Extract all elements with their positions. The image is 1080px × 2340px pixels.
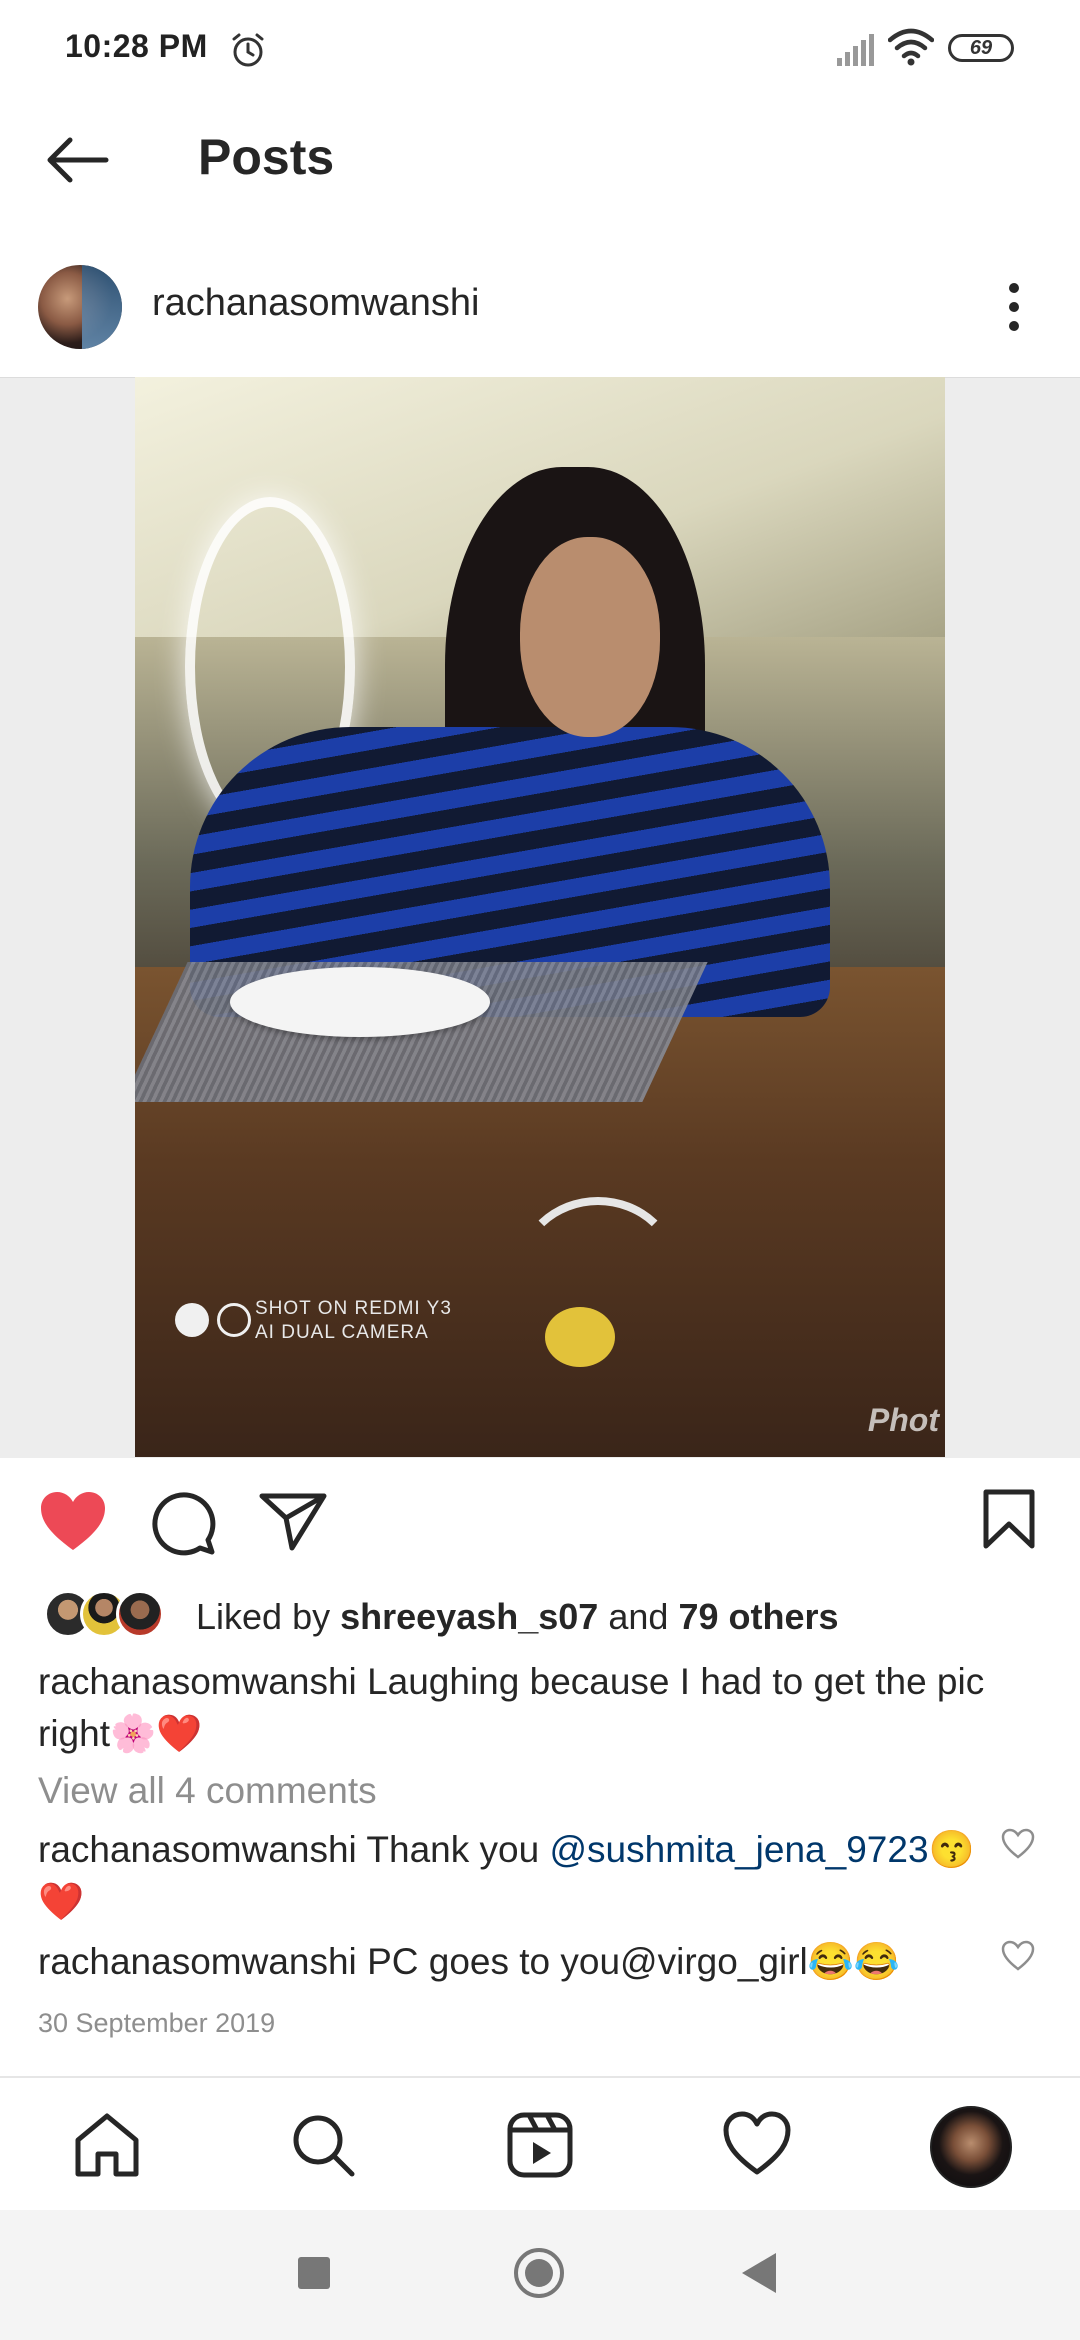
activity-heart-icon[interactable] — [722, 2110, 792, 2180]
photo-smiley-keychain — [545, 1307, 615, 1367]
liker-avatar — [116, 1590, 164, 1638]
post-caption: rachanasomwanshi Laughing because I had … — [38, 1656, 1038, 1760]
comment-item: rachanasomwanshi PC goes to you@virgo_gi… — [38, 1936, 978, 1988]
likes-conjunction: and — [608, 1596, 669, 1637]
bottom-navigation — [0, 2076, 1080, 2212]
comment-text: PC goes to you@virgo_girl😂😂 — [367, 1941, 900, 1982]
wifi-icon — [888, 28, 934, 66]
comment-icon[interactable] — [150, 1490, 216, 1556]
watermark-line2: AI DUAL CAMERA — [255, 1322, 429, 1343]
likes-others[interactable]: 79 others — [678, 1596, 838, 1637]
status-bar: 10:28 PM 69 — [0, 0, 1080, 100]
camera-watermark: SHOT ON REDMI Y3 AI DUAL CAMERA — [175, 1297, 452, 1345]
comment-text: Thank you — [366, 1829, 550, 1870]
home-icon[interactable] — [72, 2110, 142, 2180]
heart-filled-icon[interactable] — [38, 1490, 108, 1554]
comment-like-heart-icon[interactable] — [1000, 1940, 1036, 1972]
watermark-line1: SHOT ON REDMI Y3 — [255, 1298, 452, 1319]
alarm-icon — [232, 33, 264, 67]
photo-corner-mark: Phot — [867, 1402, 939, 1438]
comment-username[interactable]: rachanasomwanshi — [38, 1941, 357, 1982]
photo-plate — [230, 967, 490, 1037]
page-title: Posts — [198, 129, 335, 185]
photo-person-face — [520, 537, 660, 737]
liker-username[interactable]: shreeyash_s07 — [340, 1596, 598, 1637]
recents-square-icon[interactable] — [298, 2257, 330, 2289]
comment-like-heart-icon[interactable] — [1000, 1828, 1036, 1860]
status-time: 10:28 PM — [65, 28, 208, 64]
arrow-left-icon[interactable] — [40, 130, 116, 190]
comment-mention[interactable]: @sushmita_jena_9723 — [549, 1829, 928, 1870]
back-triangle-icon[interactable] — [742, 2253, 776, 2293]
post-photo[interactable]: SHOT ON REDMI Y3 AI DUAL CAMERA Phot — [135, 377, 945, 1457]
search-icon[interactable] — [288, 2110, 358, 2180]
view-all-comments-link[interactable]: View all 4 comments — [38, 1770, 377, 1812]
reels-icon[interactable] — [505, 2110, 575, 2180]
watermark-dot-outline — [217, 1303, 251, 1337]
battery-icon: 69 — [948, 34, 1014, 62]
watermark-dot-filled — [175, 1303, 209, 1337]
profile-avatar[interactable] — [930, 2106, 1012, 2188]
post-author-username[interactable]: rachanasomwanshi — [152, 282, 479, 325]
post-author-avatar[interactable] — [38, 265, 122, 349]
home-circle-icon[interactable] — [514, 2248, 564, 2298]
comment-username[interactable]: rachanasomwanshi — [38, 1829, 357, 1870]
bookmark-icon[interactable] — [982, 1488, 1036, 1550]
more-vertical-icon[interactable] — [1000, 280, 1028, 334]
system-navigation-bar — [0, 2210, 1080, 2340]
post-date: 30 September 2019 — [38, 2008, 276, 2038]
signal-icon — [837, 34, 874, 66]
caption-username[interactable]: rachanasomwanshi — [38, 1661, 357, 1702]
send-icon[interactable] — [258, 1490, 328, 1552]
comment-item: rachanasomwanshi Thank you @sushmita_jen… — [38, 1824, 978, 1928]
likes-prefix: Liked by — [196, 1596, 331, 1637]
liker-avatars[interactable] — [44, 1590, 174, 1642]
likes-summary[interactable]: Liked by shreeyash_s07 and 79 others — [196, 1596, 839, 1638]
